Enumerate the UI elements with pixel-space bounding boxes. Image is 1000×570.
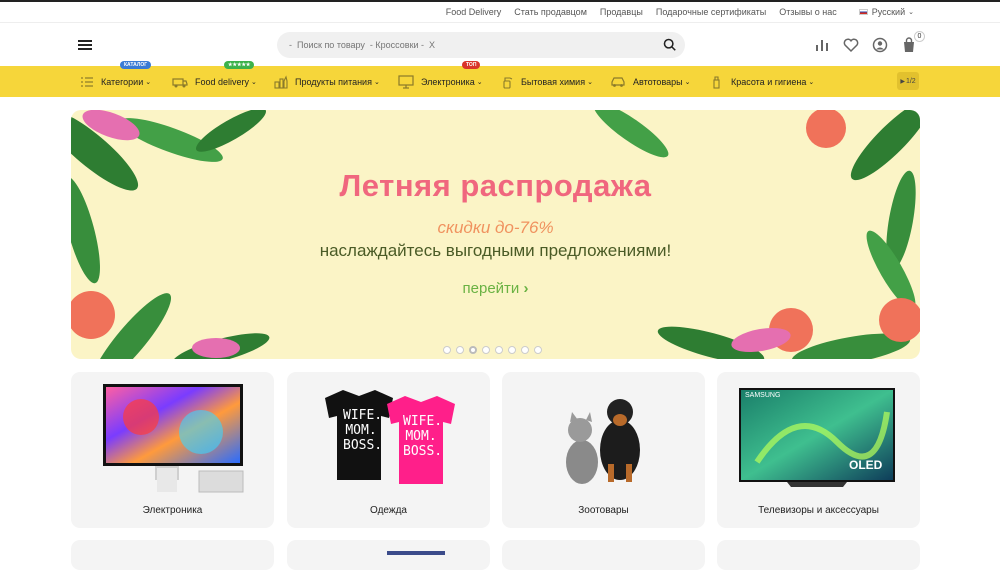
play-icon: ▶ — [900, 78, 905, 85]
monitor-icon — [398, 74, 414, 89]
cta-label: перейти — [462, 280, 520, 297]
category-card-row2[interactable] — [71, 540, 274, 570]
header-icons: 0 — [814, 31, 925, 53]
slider-dot[interactable] — [443, 346, 451, 354]
banner-discount: скидки до-76% — [437, 218, 554, 237]
slider-dot[interactable] — [456, 346, 464, 354]
chevron-down-icon: ⌄ — [808, 78, 815, 86]
category-label: Food delivery — [195, 76, 250, 87]
slider-dot[interactable] — [482, 346, 490, 354]
pager-label: 1/2 — [905, 77, 916, 85]
category-label: Бытовая химия — [521, 76, 586, 87]
category-card-row2[interactable] — [287, 540, 490, 570]
chevron-down-icon: ⌄ — [587, 78, 593, 86]
pink-tshirt-print: WIFE. MOM. BOSS. — [403, 414, 443, 459]
banner-text: наслаждайтесь выгодными предложениями! — [319, 241, 672, 260]
grocery-icon — [274, 74, 288, 89]
category-card-electronics[interactable]: Электроника — [71, 372, 274, 528]
category-label: Автотовары — [633, 76, 683, 87]
chevron-down-icon: ⌄ — [476, 78, 483, 86]
category-card-clothing[interactable]: WIFE. MOM. BOSS. WIFE. MOM. BOSS. Одежда — [287, 372, 490, 528]
slider-dot[interactable] — [495, 346, 503, 354]
category-auto[interactable]: Автотовары ⌄ — [610, 66, 690, 97]
category-label: Электроника — [421, 76, 475, 87]
language-selector[interactable]: Русский ⌄ — [858, 7, 914, 17]
top-badge: ТОП — [462, 61, 481, 69]
card-label: Электроника — [142, 505, 203, 516]
slider-dot[interactable] — [508, 346, 516, 354]
category-label: Продукты питания — [295, 76, 372, 87]
category-beauty[interactable]: Красота и гигиена ⌄ — [710, 66, 814, 97]
search-input[interactable] — [289, 40, 649, 50]
chevron-down-icon: ⌄ — [145, 78, 152, 86]
search-icon[interactable] — [663, 38, 677, 52]
category-electronics[interactable]: Электроника ⌄ ТОП — [398, 61, 483, 97]
spray-bottle-icon — [503, 76, 513, 89]
header: 0 — [0, 22, 1000, 66]
banner-title: Летняя распродажа — [339, 168, 652, 203]
slider-dots — [443, 346, 542, 354]
promo-banner[interactable]: Летняя распродажа скидки до-76% наслажда… — [71, 110, 920, 359]
chevron-down-icon: ⌄ — [373, 78, 380, 86]
chevron-down-icon: ⌄ — [684, 78, 691, 86]
menu-icon[interactable] — [78, 40, 92, 50]
catalog-badge: КАТАЛОГ — [120, 61, 152, 69]
cart-count-badge: 0 — [914, 31, 925, 42]
category-label: Категории — [101, 76, 144, 87]
card-label: Телевизоры и аксессуары — [758, 505, 879, 516]
pets-image — [566, 399, 640, 484]
link-sellers[interactable]: Продавцы — [600, 7, 643, 17]
card-image-partial — [387, 551, 445, 555]
category-card-row2[interactable] — [502, 540, 705, 570]
computer-image — [103, 384, 244, 493]
category-label: Красота и гигиена — [731, 76, 807, 87]
chevron-down-icon: ⌄ — [251, 78, 257, 86]
language-label: Русский — [871, 7, 906, 17]
compare-chart-icon[interactable] — [814, 37, 830, 53]
cosmetics-icon — [713, 75, 720, 89]
top-links-bar: Food Delivery Стать продавцом Продавцы П… — [0, 2, 1000, 22]
cart-button[interactable]: 0 — [901, 31, 925, 53]
user-account-icon[interactable] — [872, 37, 888, 53]
category-bar: Категории ⌄ КАТАЛОГ Food delivery ⌄ ★★★★★ … — [0, 61, 1000, 97]
category-catalog[interactable]: Категории ⌄ КАТАЛОГ — [80, 61, 152, 97]
black-tshirt-print: WIFE. MOM. BOSS. — [343, 408, 383, 453]
tv-image — [739, 388, 895, 487]
category-pager-button[interactable]: ▶ 1/2 — [897, 72, 919, 90]
rating-badge: ★★★★★ — [224, 61, 255, 69]
tv-brand-label: SAMSUNG — [745, 392, 781, 399]
link-food-delivery[interactable]: Food Delivery — [446, 7, 502, 17]
category-card-row2[interactable] — [717, 540, 920, 570]
link-become-seller[interactable]: Стать продавцом — [514, 7, 587, 17]
tshirts-image — [325, 390, 455, 484]
car-icon — [611, 76, 625, 87]
slider-dot-active[interactable] — [469, 346, 477, 354]
russia-flag-icon — [858, 9, 868, 15]
search-bar[interactable] — [277, 32, 685, 58]
category-household-chemicals[interactable]: Бытовая химия ⌄ — [500, 66, 593, 97]
heart-icon[interactable] — [843, 37, 859, 53]
list-icon — [81, 76, 93, 87]
category-card-tv[interactable]: SAMSUNG OLED Телевизоры и аксессуары — [717, 372, 920, 528]
link-reviews[interactable]: Отзывы о нас — [779, 7, 836, 17]
card-label: Зоотовары — [578, 505, 629, 516]
chevron-right-icon: › — [523, 280, 529, 297]
tv-oled-label: OLED — [849, 458, 883, 472]
slider-dot[interactable] — [534, 346, 542, 354]
category-groceries[interactable]: Продукты питания ⌄ — [274, 66, 380, 97]
banner-cta-link[interactable]: перейти › — [71, 280, 920, 297]
chevron-down-icon: ⌄ — [908, 9, 914, 16]
card-label: Одежда — [370, 505, 407, 516]
category-card-pets[interactable]: Зоотовары — [502, 372, 705, 528]
slider-dot[interactable] — [521, 346, 529, 354]
category-food-delivery[interactable]: Food delivery ⌄ ★★★★★ — [172, 61, 257, 97]
link-gift-certificates[interactable]: Подарочные сертификаты — [656, 7, 766, 17]
delivery-van-icon — [172, 77, 188, 87]
